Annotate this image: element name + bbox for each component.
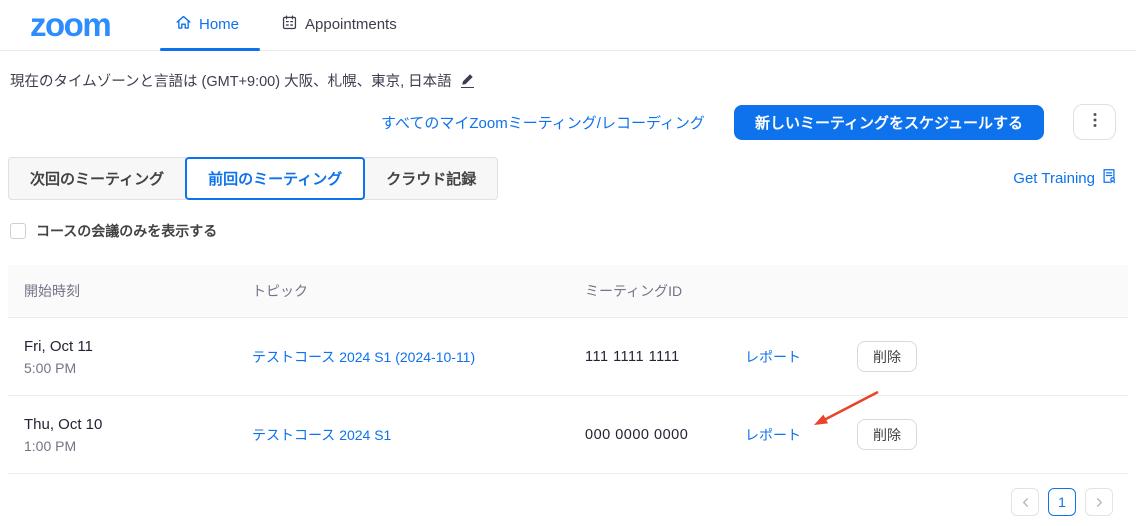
tab-upcoming-meetings[interactable]: 次回のミーティング [8,157,186,200]
meeting-id: 111 1111 1111 [585,349,680,365]
previous-page-button[interactable] [1011,488,1039,516]
next-page-button[interactable] [1085,488,1113,516]
chevron-left-icon [1021,494,1030,510]
active-tab-underline [160,48,260,51]
nav-home-label: Home [199,16,239,33]
meeting-time: 5:00 PM [24,360,252,376]
all-meetings-recordings-link[interactable]: すべてのマイZoomミーティング/レコーディング [381,112,705,133]
meeting-id: 000 0000 0000 [585,427,688,443]
table-row: Fri, Oct 11 5:00 PM テストコース 2024 S1 (2024… [8,318,1128,396]
zoom-web-portal: zoom Home Appointments 現在のタイムゾーンと言語は (GM… [0,0,1136,526]
actions-row: すべてのマイZoomミーティング/レコーディング 新しいミーティングをスケジュー… [381,104,1116,140]
course-meetings-filter: コースの会議のみを表示する [10,221,217,241]
pencil-edit-icon[interactable] [461,73,474,88]
column-header-start-time: 開始時刻 [8,281,252,301]
get-training-label: Get Training [1013,170,1095,187]
column-header-topic: トピック [252,281,585,301]
nav-tab-home[interactable]: Home [175,14,239,35]
course-meetings-checkbox-label: コースの会議のみを表示する [36,221,217,241]
tab-cloud-recordings[interactable]: クラウド記録 [364,157,498,200]
meeting-tabs: 次回のミーティング 前回のミーティング クラウド記録 [8,157,498,200]
training-doc-icon [1101,168,1117,188]
top-navigation-bar: zoom Home Appointments [0,0,1136,51]
tab-previous-meetings[interactable]: 前回のミーティング [185,157,365,200]
get-training-link[interactable]: Get Training [1013,168,1117,188]
timezone-text: 現在のタイムゾーンと言語は (GMT+9:00) 大阪、札幌、東京, 日本語 [10,70,452,91]
delete-button[interactable]: 削除 [857,419,917,450]
meeting-date: Fri, Oct 11 [24,338,252,355]
course-meetings-checkbox[interactable] [10,223,26,239]
pagination: 1 [1011,488,1113,516]
more-options-button[interactable] [1073,104,1116,140]
meeting-time: 1:00 PM [24,438,252,454]
previous-meetings-table: 開始時刻 トピック ミーティングID Fri, Oct 11 5:00 PM テ… [8,265,1128,474]
home-icon [175,14,192,35]
page-1-button[interactable]: 1 [1048,488,1076,516]
delete-button[interactable]: 削除 [857,341,917,372]
report-link[interactable]: レポート [745,427,801,443]
timezone-language-row: 現在のタイムゾーンと言語は (GMT+9:00) 大阪、札幌、東京, 日本語 [10,70,474,91]
meeting-topic-link[interactable]: テストコース 2024 S1 (2024-10-11) [252,349,475,365]
calendar-check-icon [281,14,298,35]
table-header-row: 開始時刻 トピック ミーティングID [8,265,1128,318]
column-header-meeting-id: ミーティングID [585,281,745,301]
meeting-date: Thu, Oct 10 [24,416,252,433]
vertical-ellipsis-icon [1093,112,1097,133]
report-link[interactable]: レポート [745,349,801,365]
zoom-logo[interactable]: zoom [30,6,110,44]
schedule-new-meeting-button[interactable]: 新しいミーティングをスケジュールする [734,105,1044,140]
nav-appointments-label: Appointments [305,16,397,33]
chevron-right-icon [1095,494,1104,510]
table-row: Thu, Oct 10 1:00 PM テストコース 2024 S1 000 0… [8,396,1128,474]
nav-tab-appointments[interactable]: Appointments [281,14,397,35]
meeting-topic-link[interactable]: テストコース 2024 S1 [252,427,391,443]
